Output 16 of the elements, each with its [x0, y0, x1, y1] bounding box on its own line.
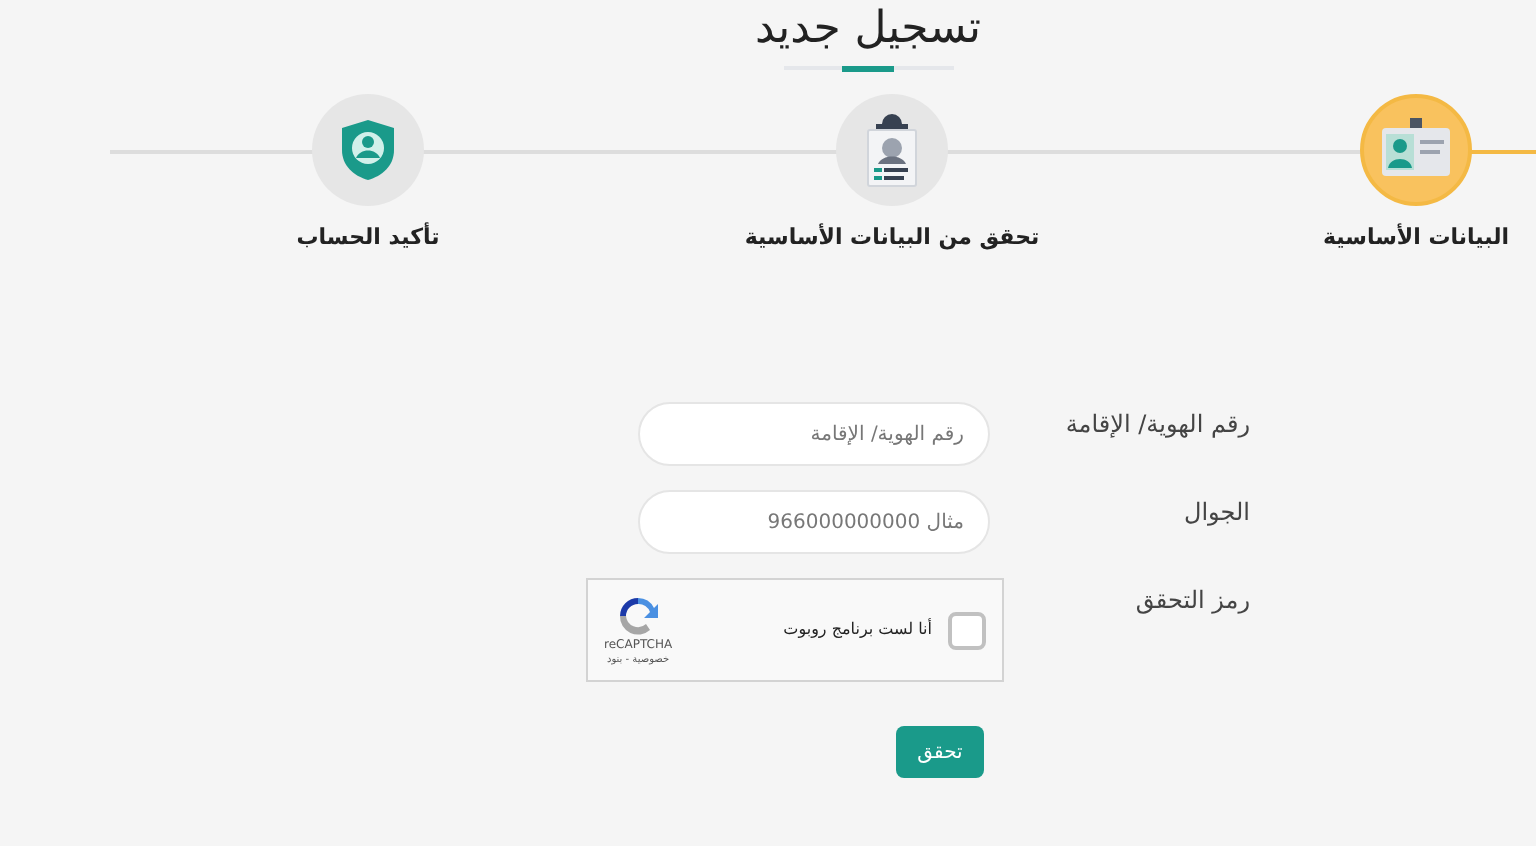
input-field[interactable]: مثال 966000000000 [638, 490, 990, 554]
step-label: البيانات الأساسية [1322, 222, 1510, 254]
id-card-icon [1380, 118, 1452, 182]
step-label: تحقق من البيانات الأساسية [744, 222, 1040, 254]
field-label: رمز التحقق [1133, 584, 1250, 618]
verify-button[interactable]: تحقق [896, 726, 984, 778]
id-badge-icon [862, 112, 922, 188]
field-label: رقم الهوية/ الإقامة [1063, 408, 1250, 442]
page-title: تسجيل جديد [754, 2, 982, 58]
shield-user-icon [340, 118, 396, 182]
captcha-checkbox[interactable] [948, 611, 986, 649]
field-label: الجوال [1182, 496, 1250, 530]
input-field[interactable]: رقم الهوية/ الإقامة [638, 402, 990, 466]
recaptcha-icon [616, 593, 661, 637]
step-label: تأكيد الحساب [296, 222, 440, 254]
captcha-text: أنا لست برنامج روبوت [783, 618, 932, 642]
